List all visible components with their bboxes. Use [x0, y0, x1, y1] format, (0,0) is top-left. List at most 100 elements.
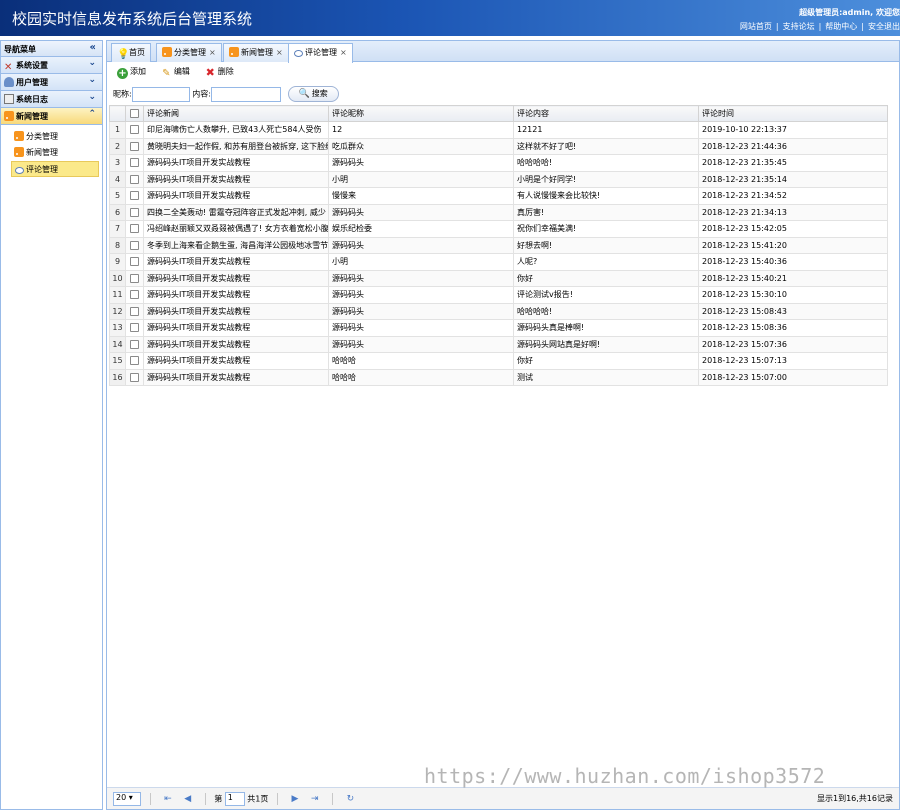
last-page-icon[interactable]: ⇥: [311, 794, 319, 804]
row-checkbox[interactable]: [125, 137, 144, 155]
collapse-icon[interactable]: «: [90, 42, 96, 53]
row-checkbox[interactable]: [125, 236, 144, 254]
sidebar-group-log[interactable]: 系统日志 ⌄: [1, 91, 102, 108]
cell-nickname: 源码码头: [328, 302, 514, 320]
tab-category[interactable]: 分类管理 ×: [156, 43, 222, 62]
table-row[interactable]: 8 冬季到上海来看企鹅生蛋, 海昌海洋公园极地冰雪节 源码码头 好想去啊! 2018-1…: [109, 236, 888, 254]
rss-icon: [162, 47, 172, 57]
cell-time: 2018-12-23 21:35:45: [698, 154, 888, 172]
row-checkbox[interactable]: [125, 170, 144, 188]
table-row[interactable]: 5 源码码头IT项目开发实战教程 慢慢来 有人说慢慢来会比较快! 2018-12-23 …: [109, 187, 888, 205]
page-size-select[interactable]: 20 ▾: [113, 792, 141, 806]
cell-content: 源码码头真是棒啊!: [513, 319, 699, 337]
table-row[interactable]: 3 源码码头IT项目开发实战教程 源码码头 哈哈哈哈! 2018-12-23 21:35…: [109, 154, 888, 172]
table-row[interactable]: 2 黄晓明夫妇一起作假, 和苏有朋登台被拆穿, 这下脸红了 吃瓜群众 这样就不好了吧!…: [109, 137, 888, 155]
close-icon[interactable]: ×: [340, 48, 347, 57]
row-checkbox[interactable]: [125, 368, 144, 386]
close-icon[interactable]: ×: [276, 48, 283, 57]
cell-news: 源码码头IT项目开发实战教程: [143, 319, 329, 337]
grid-header-row: 评论新闻 评论昵称 评论内容 评论时间: [109, 105, 888, 122]
sidebar-item-comments[interactable]: 评论管理: [11, 161, 99, 177]
row-checkbox[interactable]: [125, 220, 144, 238]
sidebar-group-users[interactable]: 用户管理 ⌄: [1, 74, 102, 91]
table-row[interactable]: 7 冯绍峰赵丽颖又双叒叕被偶遇了! 女方衣着宽松小腹 娱乐纪检委 祝你们幸福美满! 20…: [109, 220, 888, 238]
logout-link[interactable]: 安全退出: [868, 22, 900, 31]
sidebar-item-news[interactable]: 新闻管理: [11, 145, 99, 161]
main-panel: 💡首页 分类管理 × 新闻管理 × 评论管理 × + 添加 ✎ 编辑 ✖ 删除 昵称: 内容…: [106, 40, 900, 810]
cell-time: 2018-12-23 15:08:36: [698, 319, 888, 337]
row-checkbox[interactable]: [125, 352, 144, 370]
table-row[interactable]: 16 源码码头IT项目开发实战教程 哈哈哈 测试 2018-12-23 15:07:00: [109, 368, 888, 386]
row-checkbox[interactable]: [125, 269, 144, 287]
sidebar-group-news[interactable]: 新闻管理 ⌃: [1, 108, 102, 125]
add-button[interactable]: + 添加: [117, 66, 146, 79]
row-checkbox[interactable]: [125, 253, 144, 271]
table-row[interactable]: 13 源码码头IT项目开发实战教程 源码码头 源码码头真是棒啊! 2018-12-23 …: [109, 319, 888, 337]
cell-news: 四换二全美轰动! 雷霆夺冠阵容正式发起冲刺, 威少: [143, 203, 329, 221]
collapse-chevron-icon[interactable]: ⌃: [88, 109, 96, 119]
row-checkbox[interactable]: [125, 286, 144, 304]
column-header-time[interactable]: 评论时间: [698, 105, 888, 122]
table-row[interactable]: 9 源码码头IT项目开发实战教程 小明 人呢? 2018-12-23 15:40:36: [109, 253, 888, 271]
table-row[interactable]: 6 四换二全美轰动! 雷霆夺冠阵容正式发起冲刺, 威少 源码码头 真厉害! 2018-1…: [109, 203, 888, 221]
cell-news: 源码码头IT项目开发实战教程: [143, 253, 329, 271]
table-row[interactable]: 4 源码码头IT项目开发实战教程 小明 小明是个好同学! 2018-12-23 21:3…: [109, 170, 888, 188]
delete-icon: ✖: [205, 66, 215, 79]
help-link[interactable]: 帮助中心: [825, 22, 857, 31]
home-link[interactable]: 网站首页: [740, 22, 772, 31]
row-number: 16: [109, 368, 126, 386]
expand-chevron-icon[interactable]: ⌄: [88, 58, 96, 68]
tab-bar: 💡首页 分类管理 × 新闻管理 × 评论管理 ×: [107, 41, 899, 63]
select-all-checkbox[interactable]: [125, 105, 144, 122]
column-header-news[interactable]: 评论新闻: [143, 105, 329, 122]
row-number: 15: [109, 352, 126, 370]
sidebar-group-system[interactable]: ✕ 系统设置 ⌄: [1, 57, 102, 74]
close-icon[interactable]: ×: [209, 48, 216, 57]
row-number: 14: [109, 335, 126, 353]
next-page-icon[interactable]: ▶: [291, 794, 298, 804]
tab-home[interactable]: 💡首页: [111, 43, 151, 62]
row-checkbox[interactable]: [125, 319, 144, 337]
prev-page-icon[interactable]: ◀: [184, 794, 191, 804]
cell-news: 源码码头IT项目开发实战教程: [143, 368, 329, 386]
table-row[interactable]: 12 源码码头IT项目开发实战教程 源码码头 哈哈哈哈! 2018-12-23 15:0…: [109, 302, 888, 320]
row-checkbox[interactable]: [125, 187, 144, 205]
comment-icon: [294, 50, 303, 57]
tools-icon: ✕: [4, 62, 13, 73]
delete-button[interactable]: ✖ 删除: [205, 66, 234, 78]
row-checkbox[interactable]: [125, 154, 144, 172]
pagination-bar: 20 ▾ ⇤ ◀ 第 1 共1页 ▶ ⇥ ↻ 显示1到16,共16记录: [107, 787, 899, 809]
row-checkbox[interactable]: [125, 121, 144, 139]
row-checkbox[interactable]: [125, 302, 144, 320]
cell-news: 源码码头IT项目开发实战教程: [143, 352, 329, 370]
cell-content: 有人说慢慢来会比较快!: [513, 187, 699, 205]
expand-chevron-icon[interactable]: ⌄: [88, 92, 96, 102]
row-checkbox[interactable]: [125, 335, 144, 353]
table-row[interactable]: 11 源码码头IT项目开发实战教程 源码码头 评论测试v报告! 2018-12-23 1…: [109, 286, 888, 304]
refresh-icon[interactable]: ↻: [347, 794, 355, 804]
nickname-input[interactable]: [131, 86, 190, 102]
column-header-content[interactable]: 评论内容: [513, 105, 699, 122]
row-checkbox[interactable]: [125, 203, 144, 221]
expand-chevron-icon[interactable]: ⌄: [88, 75, 96, 85]
sidebar-item-category[interactable]: 分类管理: [11, 129, 99, 145]
row-number: 1: [109, 121, 126, 139]
row-number: 8: [109, 236, 126, 254]
forum-link[interactable]: 支持论坛: [783, 22, 815, 31]
cell-time: 2018-12-23 21:34:13: [698, 203, 888, 221]
first-page-icon[interactable]: ⇤: [164, 794, 172, 804]
tab-comments[interactable]: 评论管理 ×: [288, 43, 353, 63]
tab-news[interactable]: 新闻管理 ×: [223, 43, 289, 62]
page-number-input[interactable]: 1: [224, 792, 245, 806]
cell-time: 2018-12-23 15:07:13: [698, 352, 888, 370]
content-input[interactable]: [210, 86, 281, 102]
table-row[interactable]: 15 源码码头IT项目开发实战教程 哈哈哈 你好 2018-12-23 15:07:13: [109, 352, 888, 370]
edit-button[interactable]: ✎ 编辑: [161, 66, 190, 79]
cell-news: 源码码头IT项目开发实战教程: [143, 269, 329, 287]
table-row[interactable]: 14 源码码头IT项目开发实战教程 源码码头 源码码头网站真是好啊! 2018-12-2…: [109, 335, 888, 353]
column-header-nickname[interactable]: 评论昵称: [328, 105, 514, 122]
table-row[interactable]: 1 印尼海啸伤亡人数攀升, 已致43人死亡584人受伤 12 12121 2019-10…: [109, 121, 888, 139]
search-button[interactable]: 🔍 搜索: [287, 86, 339, 102]
cell-content: 测试: [513, 368, 699, 386]
table-row[interactable]: 10 源码码头IT项目开发实战教程 源码码头 你好 2018-12-23 15:40:2…: [109, 269, 888, 287]
